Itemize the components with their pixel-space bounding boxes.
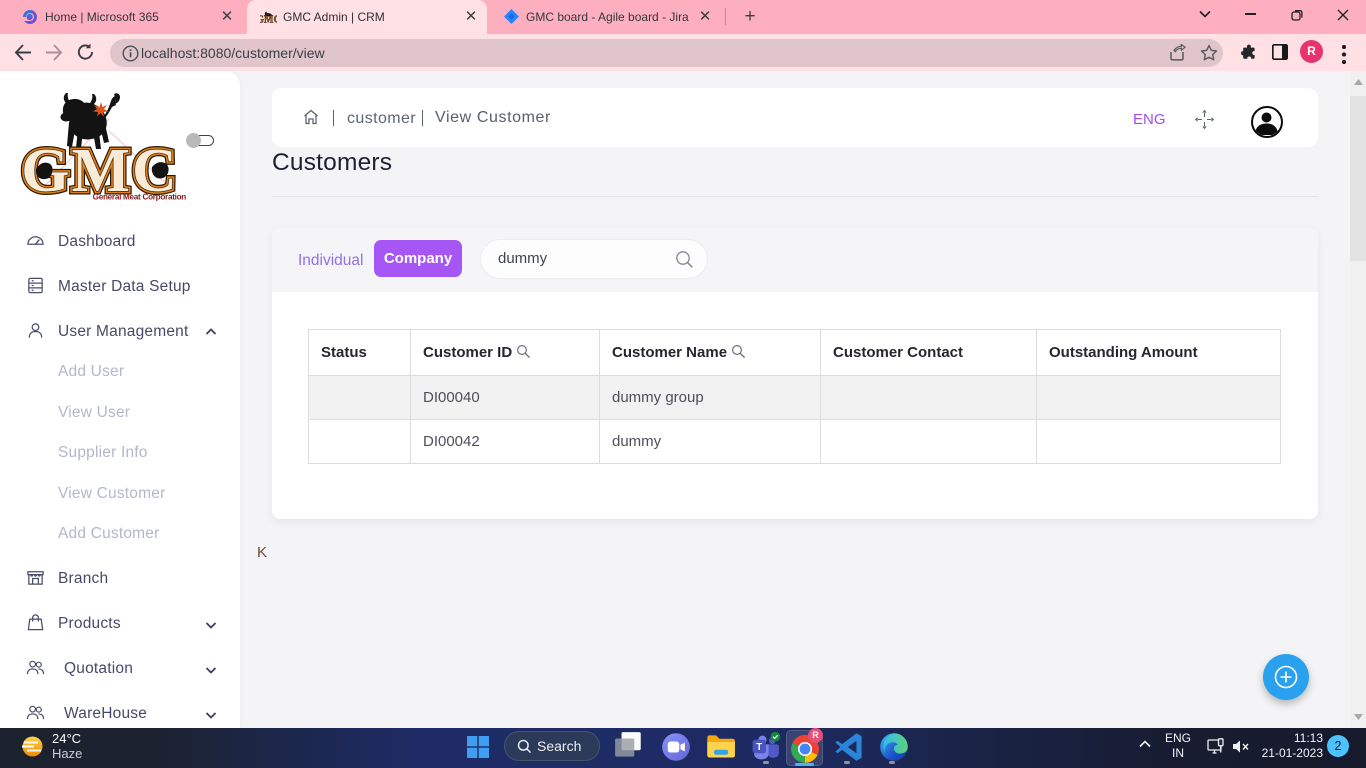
svg-text:General Meat Corporation: General Meat Corporation [93,193,186,202]
svg-text:GMC: GMC [260,15,277,26]
svg-text:T: T [756,742,762,753]
